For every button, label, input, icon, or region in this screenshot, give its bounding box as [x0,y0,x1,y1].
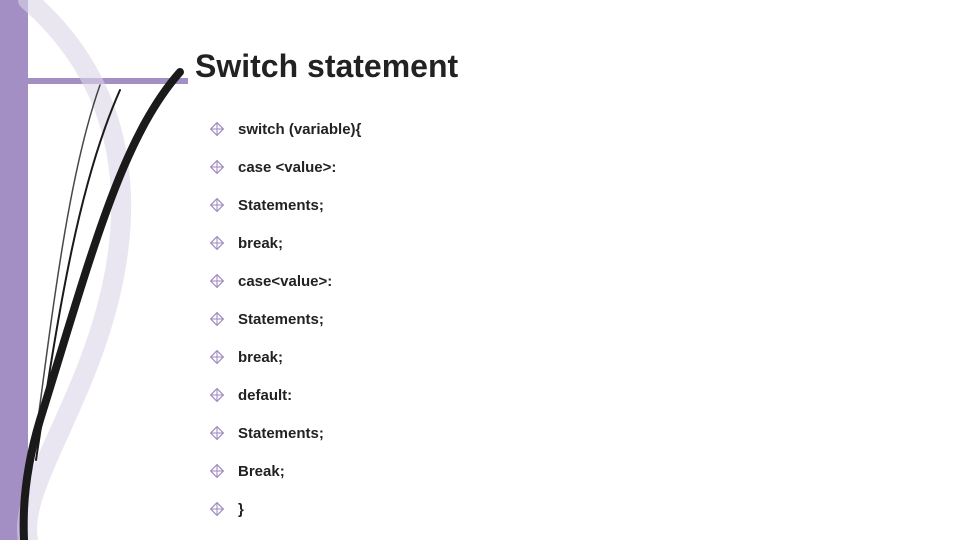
slide-decoration [0,0,200,540]
list-item: Break; [210,452,361,490]
diamond-bullet-icon [210,464,224,478]
bullet-text: Statements; [238,425,324,442]
list-item: break; [210,338,361,376]
bullet-text: default: [238,387,292,404]
diamond-bullet-icon [210,236,224,250]
diamond-bullet-icon [210,426,224,440]
bullet-text: Statements; [238,197,324,214]
diamond-bullet-icon [210,160,224,174]
list-item: Statements; [210,186,361,224]
bullet-text: switch (variable){ [238,121,361,138]
list-item: Statements; [210,414,361,452]
list-item: default: [210,376,361,414]
list-item: break; [210,224,361,262]
bullet-text: break; [238,349,283,366]
diamond-bullet-icon [210,388,224,402]
bullet-text: break; [238,235,283,252]
diamond-bullet-icon [210,502,224,516]
bullet-text: case<value>: [238,273,332,290]
list-item: } [210,490,361,528]
list-item: Statements; [210,300,361,338]
list-item: switch (variable){ [210,110,361,148]
list-item: case <value>: [210,148,361,186]
diamond-bullet-icon [210,312,224,326]
bullet-list: switch (variable){ case <value>: Stateme… [210,110,361,528]
diamond-bullet-icon [210,122,224,136]
bullet-text: } [238,501,244,518]
bullet-text: Statements; [238,311,324,328]
diamond-bullet-icon [210,274,224,288]
list-item: case<value>: [210,262,361,300]
slide-title: Switch statement [195,48,458,85]
bullet-text: case <value>: [238,159,336,176]
diamond-bullet-icon [210,198,224,212]
bullet-text: Break; [238,463,285,480]
diamond-bullet-icon [210,350,224,364]
